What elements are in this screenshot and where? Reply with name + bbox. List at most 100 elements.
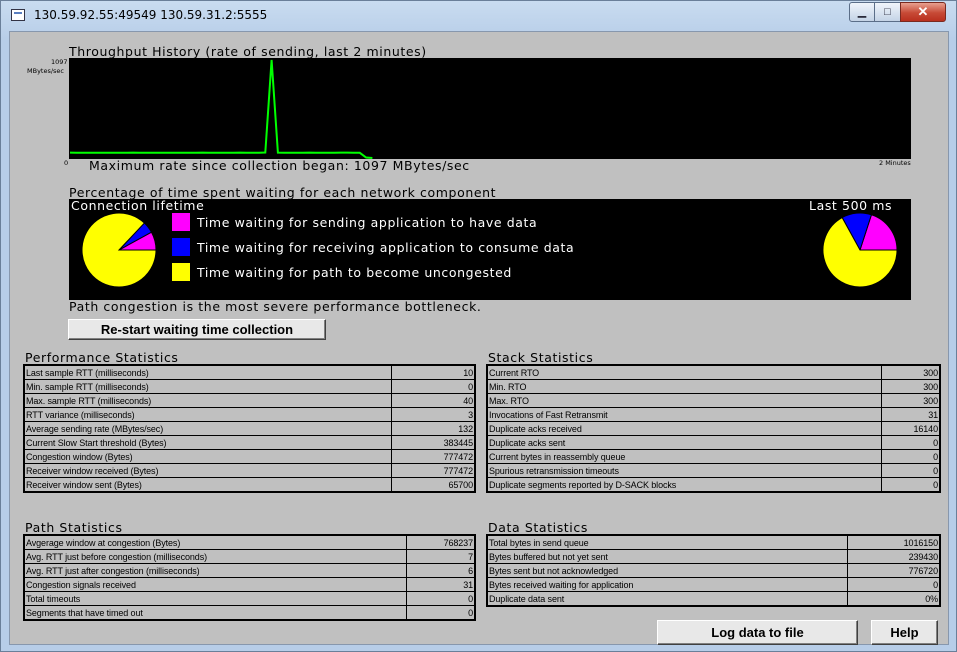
performance-row-value: 0 [390,379,476,394]
data-stats-row: Bytes buffered but not yet sent 239430 [486,549,941,564]
performance-row-label: Current Slow Start threshold (Bytes) [23,435,392,450]
title-bar[interactable]: 130.59.92.55:49549 130.59.31.2:5555 ▁ □ … [1,1,956,31]
minimize-button[interactable]: ▁ [849,2,875,22]
path-row-value: 768237 [406,534,476,550]
stack-row-value: 300 [881,379,941,394]
app-window-icon [11,9,25,21]
stack-row: Invocations of Fast Retransmit 31 [486,407,941,422]
log-data-button[interactable]: Log data to file [657,620,858,645]
stack-row-value: 0 [881,463,941,478]
application-window: 130.59.92.55:49549 130.59.31.2:5555 ▁ □ … [0,0,957,652]
lifetime-pie-chart [81,212,157,288]
throughput-graph [69,58,911,159]
performance-row-label: Congestion window (Bytes) [23,449,392,464]
performance-row-label: Receiver window sent (Bytes) [23,477,392,493]
performance-row: Min. sample RTT (milliseconds) 0 [23,379,476,394]
stack-row-label: Spurious retransmission timeouts [486,463,883,478]
stack-row-label: Duplicate acks received [486,421,883,436]
recent-pie-chart [822,212,898,288]
path-row-label: Total timeouts [23,591,408,606]
legend-label-sending-app: Time waiting for sending application to … [197,215,538,230]
performance-row-label: Receiver window received (Bytes) [23,463,392,478]
stack-row: Duplicate acks received 16140 [486,421,941,436]
x-end-label: 2 Minutes [879,159,911,167]
path-heading: Path Statistics [25,520,123,535]
path-row: Segments that have timed out 0 [23,605,476,621]
performance-table: Last sample RTT (milliseconds) 10 Min. sam… [23,364,476,493]
performance-row-value: 777472 [390,463,476,478]
data-stats-row: Bytes sent but not acknowledged 776720 [486,563,941,578]
data-stats-row-label: Bytes received waiting for application [486,577,849,592]
stack-row-value: 31 [881,407,941,422]
performance-row: Congestion window (Bytes) 777472 [23,449,476,464]
path-row-value: 6 [406,563,476,578]
stack-row: Current bytes in reassembly queue 0 [486,449,941,464]
y-unit-label: MBytes/sec [27,67,64,75]
path-row: Avgerage window at congestion (Bytes) 768… [23,534,476,550]
legend-label-receiving-app: Time waiting for receiving application t… [197,240,575,255]
performance-row-value: 40 [390,393,476,408]
y-max-label: 1097 [51,58,68,66]
performance-row-value: 65700 [390,477,476,493]
path-row-value: 0 [406,605,476,621]
close-button[interactable]: ✕ [900,2,946,22]
data-stats-row-label: Bytes sent but not acknowledged [486,563,849,578]
path-row: Avg. RTT just after congestion (millisec… [23,563,476,578]
path-row: Total timeouts 0 [23,591,476,606]
stack-row-value: 0 [881,435,941,450]
performance-row-value: 383445 [390,435,476,450]
stack-row-value: 300 [881,364,941,380]
stack-row: Duplicate segments reported by D-SACK bl… [486,477,941,493]
performance-row-value: 777472 [390,449,476,464]
path-row-label: Segments that have timed out [23,605,408,621]
performance-row-label: Average sending rate (MBytes/sec) [23,421,392,436]
path-row-value: 7 [406,549,476,564]
client-area: Throughput History (rate of sending, las… [9,31,949,645]
x-start-label: 0 [64,159,69,167]
stack-row-label: Max. RTO [486,393,883,408]
data-stats-row: Bytes received waiting for application 0 [486,577,941,592]
performance-row: Average sending rate (MBytes/sec) 132 [23,421,476,436]
bottleneck-text: Path congestion is the most severe perfo… [69,299,482,314]
stack-row: Current RTO 300 [486,364,941,380]
throughput-heading: Throughput History (rate of sending, las… [69,44,427,59]
stack-row-label: Min. RTO [486,379,883,394]
performance-row-value: 10 [390,364,476,380]
path-row: Avg. RTT just before congestion (millise… [23,549,476,564]
data-stats-heading: Data Statistics [488,520,588,535]
data-stats-row-value: 0 [847,577,941,592]
data-stats-row: Total bytes in send queue 1016150 [486,534,941,550]
performance-row-label: Last sample RTT (milliseconds) [23,364,392,380]
data-stats-row-value: 1016150 [847,534,941,550]
performance-row: RTT variance (milliseconds) 3 [23,407,476,422]
restart-collection-button[interactable]: Re-start waiting time collection [68,319,326,340]
help-button[interactable]: Help [871,620,938,645]
stack-row-label: Duplicate segments reported by D-SACK bl… [486,477,883,493]
stack-row-label: Duplicate acks sent [486,435,883,450]
path-table: Avgerage window at congestion (Bytes) 768… [23,534,476,621]
stack-row: Min. RTO 300 [486,379,941,394]
maximize-button[interactable]: □ [874,2,901,22]
stack-row: Spurious retransmission timeouts 0 [486,463,941,478]
stack-heading: Stack Statistics [488,350,594,365]
stack-row: Max. RTO 300 [486,393,941,408]
performance-heading: Performance Statistics [25,350,179,365]
performance-row: Receiver window received (Bytes) 777472 [23,463,476,478]
data-stats-row-value: 239430 [847,549,941,564]
stack-row-label: Current bytes in reassembly queue [486,449,883,464]
waiting-time-panel: Connection lifetime Last 500 ms Time wai… [69,198,911,300]
performance-row-value: 132 [390,421,476,436]
path-row-value: 0 [406,591,476,606]
stack-row-value: 0 [881,449,941,464]
stack-row: Duplicate acks sent 0 [486,435,941,450]
window-title: 130.59.92.55:49549 130.59.31.2:5555 [34,8,268,22]
data-stats-table: Total bytes in send queue 1016150 Bytes bu… [486,534,941,607]
legend-swatch-receiving-app [172,238,190,256]
stack-row-value: 300 [881,393,941,408]
data-stats-row: Duplicate data sent 0% [486,591,941,607]
path-row-label: Congestion signals received [23,577,408,592]
path-row: Congestion signals received 31 [23,577,476,592]
data-stats-row-label: Duplicate data sent [486,591,849,607]
path-row-label: Avg. RTT just after congestion (millisec… [23,563,408,578]
legend-swatch-sending-app [172,213,190,231]
